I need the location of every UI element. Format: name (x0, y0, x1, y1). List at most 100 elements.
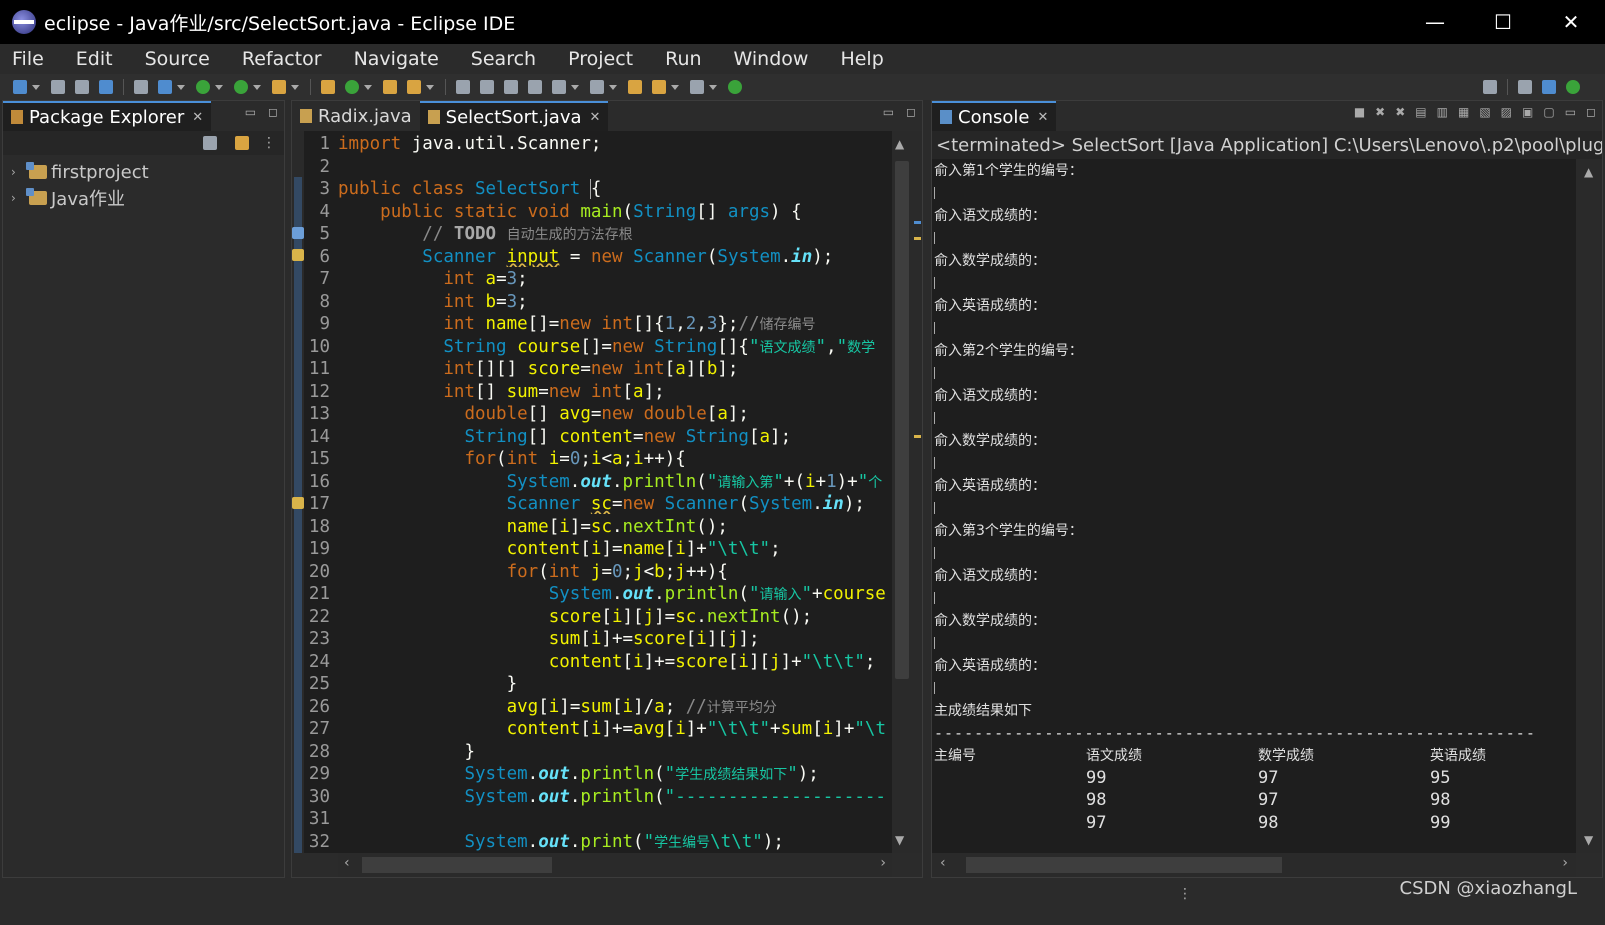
code-line[interactable]: 21 System.out.println("请输入"+course (304, 583, 888, 606)
save-all-icon[interactable] (75, 80, 89, 94)
code-line[interactable]: 27 content[i]+=avg[i]+"\t\t"+sum[i]+"\t (304, 718, 888, 741)
overview-marker[interactable] (914, 435, 921, 438)
java-perspective-icon[interactable] (1542, 80, 1556, 94)
tree-item-java-homework[interactable]: › Java作业 (3, 185, 284, 211)
overview-marker[interactable] (914, 237, 921, 240)
code-line[interactable]: 9 int name[]=new int[]{1,2,3};//储存编号 (304, 313, 888, 336)
scroll-left-icon[interactable]: ‹ (940, 855, 946, 871)
clear-console-icon[interactable]: ▤ (1415, 105, 1426, 119)
new-class-dropdown-icon[interactable] (364, 84, 372, 90)
scroll-up-icon[interactable]: ▲ (1584, 165, 1593, 179)
code-line[interactable]: 24 content[i]+=score[i][j]+"\t\t"; (304, 651, 888, 674)
save-icon[interactable] (51, 80, 65, 94)
next-annotation-icon[interactable] (552, 80, 566, 94)
warning-marker-icon[interactable] (292, 497, 304, 509)
back-dropdown-icon[interactable] (671, 84, 679, 90)
remove-launch-icon[interactable]: ✖ (1375, 105, 1385, 119)
menu-source[interactable]: Source (129, 48, 226, 70)
code-editor[interactable]: 1 import java.util.Scanner; 2 3 public cla… (292, 131, 922, 853)
close-icon[interactable]: ✕ (1037, 110, 1048, 125)
new-java-project-icon[interactable] (321, 80, 335, 94)
code-line[interactable]: 17 Scanner sc=new Scanner(System.in); (304, 493, 888, 516)
scrollbar-thumb[interactable] (966, 857, 1282, 873)
scroll-right-icon[interactable]: › (880, 855, 886, 871)
new-class-icon[interactable] (345, 80, 359, 94)
task-marker-icon[interactable] (292, 227, 304, 239)
status-bar-handle-icon[interactable]: ⋮ (1178, 886, 1192, 902)
tab-radix-java[interactable]: Radix.java (292, 101, 420, 131)
close-icon[interactable]: ✕ (590, 110, 601, 125)
code-line[interactable]: 18 name[i]=sc.nextInt(); (304, 516, 888, 539)
show-whitespace-icon[interactable] (528, 80, 542, 94)
code-line[interactable]: 14 String[] content=new String[a]; (304, 426, 888, 449)
tab-console[interactable]: Console ✕ (932, 101, 1057, 131)
chevron-right-icon[interactable]: › (11, 165, 25, 179)
back-icon[interactable] (652, 80, 666, 94)
open-type-icon[interactable] (383, 80, 397, 94)
coverage-dropdown-icon[interactable] (253, 84, 261, 90)
terminal-icon[interactable] (99, 80, 113, 94)
code-line[interactable]: 4 public static void main(String[] args)… (304, 201, 888, 224)
tab-package-explorer[interactable]: Package Explorer ✕ (3, 101, 212, 131)
view-menu-icon[interactable]: ⋮ (262, 135, 276, 151)
menu-edit[interactable]: Edit (60, 48, 129, 70)
console-output[interactable]: 俞入第1个学生的编号： 俞入语文成绩的： 俞入数学成绩的： 俞入英语成绩的： 俞… (932, 159, 1576, 853)
new-dropdown-icon[interactable] (32, 84, 40, 90)
scroll-down-icon[interactable]: ▼ (1584, 833, 1593, 847)
scrollbar-thumb[interactable] (895, 161, 909, 679)
scroll-left-icon[interactable]: ‹ (344, 855, 350, 871)
code-line[interactable]: 23 sum[i]+=score[i][j]; (304, 628, 888, 651)
terminate-icon[interactable]: ■ (1354, 105, 1365, 119)
code-line[interactable]: 5 // TODO 自动生成的方法存根 (304, 223, 888, 246)
previous-annotation-icon[interactable] (590, 80, 604, 94)
code-line[interactable]: 6 Scanner input = new Scanner(System.in)… (304, 246, 888, 269)
menu-help[interactable]: Help (824, 48, 899, 70)
close-button[interactable]: ✕ (1537, 0, 1605, 44)
collapse-all-icon[interactable] (203, 136, 217, 150)
pin-editor-icon[interactable] (728, 80, 742, 94)
code-line[interactable]: 3 public class SelectSort { (304, 178, 888, 201)
next-annotation-dropdown-icon[interactable] (571, 84, 579, 90)
previous-annotation-dropdown-icon[interactable] (609, 84, 617, 90)
menu-navigate[interactable]: Navigate (338, 48, 455, 70)
debug-perspective-icon[interactable] (1566, 80, 1580, 94)
scrollbar-thumb[interactable] (362, 857, 552, 873)
code-line[interactable]: 31 (304, 808, 888, 831)
minimize-view-icon[interactable]: ▭ (245, 105, 256, 119)
code-line[interactable]: 29 System.out.println("学生成绩结果如下"); (304, 763, 888, 786)
code-line[interactable]: 15 for(int i=0;i<a;i++){ (304, 448, 888, 471)
menu-window[interactable]: Window (718, 48, 825, 70)
external-tools-icon[interactable] (272, 80, 286, 94)
code-line[interactable]: 10 String course[]=new String[]{"语文成绩","… (304, 336, 888, 359)
scroll-right-icon[interactable]: › (1562, 855, 1568, 871)
external-tools-dropdown-icon[interactable] (291, 84, 299, 90)
open-perspective-icon[interactable] (1518, 80, 1532, 94)
scroll-down-icon[interactable]: ▼ (895, 833, 904, 847)
open-task-icon[interactable] (407, 80, 421, 94)
show-on-output-icon[interactable]: ▧ (1479, 105, 1490, 119)
overview-marker[interactable] (914, 221, 921, 224)
code-line[interactable]: 22 score[i][j]=sc.nextInt(); (304, 606, 888, 629)
scroll-up-icon[interactable]: ▲ (895, 137, 904, 151)
maximize-view-icon[interactable]: ◻ (268, 105, 278, 119)
coverage-icon[interactable] (234, 80, 248, 94)
minimize-button[interactable]: — (1401, 0, 1469, 44)
code-line[interactable]: 16 System.out.println("请输入第"+(i+1)+"个 (304, 471, 888, 494)
scroll-lock-icon[interactable]: ▥ (1437, 105, 1448, 119)
minimize-view-icon[interactable]: ▭ (883, 105, 894, 119)
code-line[interactable]: 25 } (304, 673, 888, 696)
menu-refactor[interactable]: Refactor (226, 48, 338, 70)
menu-project[interactable]: Project (552, 48, 649, 70)
tab-selectsort-java[interactable]: SelectSort.java ✕ (419, 101, 609, 131)
editor-vertical-scrollbar[interactable]: ▲ ▼ (892, 131, 912, 853)
editor-horizontal-scrollbar[interactable]: ‹ › (338, 853, 892, 877)
last-edit-icon[interactable] (628, 80, 642, 94)
code-line[interactable]: 8 int b=3; (304, 291, 888, 314)
toggle-mark-occurrences-icon[interactable] (480, 80, 494, 94)
console-vertical-scrollbar[interactable]: ▲ ▼ (1576, 159, 1602, 853)
skip-breakpoints-icon[interactable] (134, 80, 148, 94)
code-line[interactable]: 12 int[] sum=new int[a]; (304, 381, 888, 404)
code-line[interactable]: 19 content[i]=name[i]+"\t\t"; (304, 538, 888, 561)
console-horizontal-scrollbar[interactable]: ‹ › (932, 853, 1576, 877)
code-line[interactable]: 26 avg[i]=sum[i]/a; //计算平均分 (304, 696, 888, 719)
